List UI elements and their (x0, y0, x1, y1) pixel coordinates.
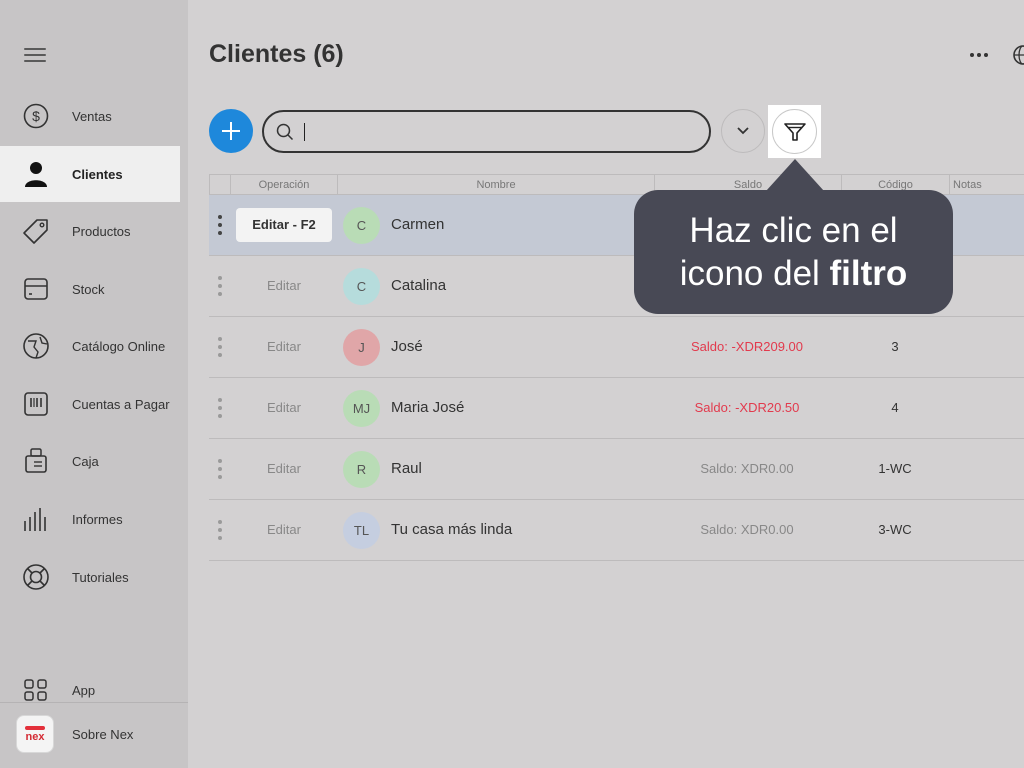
sidebar-item-stock[interactable]: Stock (0, 261, 180, 317)
row-menu-icon[interactable] (217, 276, 223, 296)
edit-button[interactable]: Editar - F2 (236, 208, 332, 242)
sidebar-item-tutoriales[interactable]: Tutoriales (0, 549, 180, 605)
edit-button[interactable]: Editar (236, 391, 332, 425)
column-operacion[interactable]: Operación (230, 175, 337, 195)
sidebar-item-informes[interactable]: Informes (0, 491, 180, 547)
tutorial-tooltip: Haz clic en el icono del filtro (634, 190, 953, 314)
table-row[interactable]: Editar MJ Maria José Saldo: -XDR20.50 4 (209, 378, 1024, 439)
sidebar-item-label: Informes (72, 511, 123, 527)
client-name: Maria José (391, 399, 465, 416)
sidebar-item-caja[interactable]: Caja (0, 433, 180, 489)
nex-logo: nex (16, 715, 54, 753)
sidebar-item-label: Cuentas a Pagar (72, 396, 170, 412)
table-row[interactable]: Editar R Raul Saldo: XDR0.00 1-WC (209, 439, 1024, 500)
avatar: C (343, 207, 380, 244)
expand-button[interactable] (721, 109, 765, 153)
client-codigo: 1-WC (878, 461, 912, 476)
sidebar-item-label: Caja (72, 453, 99, 469)
search-input[interactable] (302, 120, 692, 144)
svg-text:$: $ (32, 108, 40, 124)
sidebar-item-label: App (72, 682, 96, 698)
tooltip-line-2: icono del filtro (680, 252, 908, 295)
avatar: J (343, 329, 380, 366)
client-codigo: 3 (891, 339, 899, 354)
row-menu-icon[interactable] (217, 337, 223, 357)
cash-register-icon (22, 447, 50, 475)
edit-button[interactable]: Editar (236, 330, 332, 364)
edit-button[interactable]: Editar (236, 452, 332, 486)
edit-button[interactable]: Editar (236, 513, 332, 547)
client-saldo: Saldo: XDR0.00 (700, 522, 794, 537)
sidebar: $ Ventas Clientes Productos Stock Catálo… (0, 0, 188, 768)
client-codigo: 3-WC (878, 522, 912, 537)
client-saldo: Saldo: XDR0.00 (700, 461, 794, 476)
lifebuoy-icon (22, 563, 50, 591)
text-caret (304, 123, 305, 141)
sidebar-item-productos[interactable]: Productos (0, 203, 180, 259)
client-saldo: Saldo: -XDR20.50 (694, 400, 800, 415)
sidebar-item-label: Sobre Nex (72, 726, 134, 742)
client-saldo: Saldo: -XDR209.00 (690, 339, 803, 354)
avatar: R (343, 451, 380, 488)
sidebar-item-ventas[interactable]: $ Ventas (0, 88, 180, 144)
sidebar-item-label: Tutoriales (72, 569, 129, 585)
page-title: Clientes (6) (209, 40, 344, 68)
tooltip-line-1: Haz clic en el (689, 211, 898, 250)
tooltip-line-2-text: icono del (679, 254, 830, 293)
sidebar-item-clientes[interactable]: Clientes (0, 146, 180, 202)
row-menu-icon[interactable] (217, 398, 223, 418)
box-icon (22, 275, 50, 303)
tooltip-arrow (766, 159, 824, 191)
person-icon (22, 160, 50, 188)
row-menu-icon[interactable] (217, 459, 223, 479)
table-row[interactable]: Editar TL Tu casa más linda Saldo: XDR0.… (209, 500, 1024, 561)
client-name: Catalina (391, 277, 447, 294)
dollar-circle-icon: $ (22, 102, 50, 130)
avatar: TL (343, 512, 380, 549)
tooltip-line-2-bold: filtro (829, 254, 908, 293)
globe-icon[interactable] (1012, 44, 1024, 71)
table-row[interactable]: Editar J José Saldo: -XDR209.00 3 (209, 317, 1024, 378)
client-name: Raul (391, 460, 422, 477)
avatar: MJ (343, 390, 380, 427)
filter-icon (783, 122, 806, 141)
hamburger-menu-icon[interactable] (24, 48, 46, 64)
sidebar-item-label: Clientes (72, 166, 123, 182)
nex-logo-text: nex (25, 730, 45, 743)
bar-chart-icon (22, 505, 50, 533)
column-notas[interactable]: Notas (949, 175, 1024, 195)
row-menu-icon[interactable] (217, 215, 223, 235)
sidebar-item-label: Productos (72, 223, 131, 239)
globe-leaf-icon (22, 332, 50, 360)
add-client-button[interactable] (209, 109, 253, 153)
more-options-icon[interactable] (966, 44, 992, 66)
client-name: Tu casa más linda (391, 521, 513, 538)
search-field[interactable] (262, 110, 711, 153)
chevron-down-icon (737, 127, 749, 135)
sidebar-item-catalogo[interactable]: Catálogo Online (0, 318, 180, 374)
column-select[interactable] (209, 175, 230, 195)
apps-grid-icon (22, 676, 50, 704)
filter-button[interactable] (772, 109, 817, 154)
row-menu-icon[interactable] (217, 520, 223, 540)
column-nombre[interactable]: Nombre (337, 175, 654, 195)
sidebar-item-label: Ventas (72, 108, 112, 124)
avatar: C (343, 268, 380, 305)
sidebar-item-label: Catálogo Online (72, 338, 166, 354)
client-name: José (391, 338, 423, 355)
sidebar-divider (0, 702, 188, 703)
tag-icon (22, 217, 50, 245)
sidebar-item-cuentas-a-pagar[interactable]: Cuentas a Pagar (0, 376, 180, 432)
barcode-icon (22, 390, 50, 418)
client-codigo: 4 (891, 400, 899, 415)
client-name: Carmen (391, 216, 445, 233)
search-icon (276, 123, 294, 146)
sidebar-item-label: Stock (72, 281, 105, 297)
edit-button[interactable]: Editar (236, 269, 332, 303)
plus-icon (222, 122, 240, 140)
